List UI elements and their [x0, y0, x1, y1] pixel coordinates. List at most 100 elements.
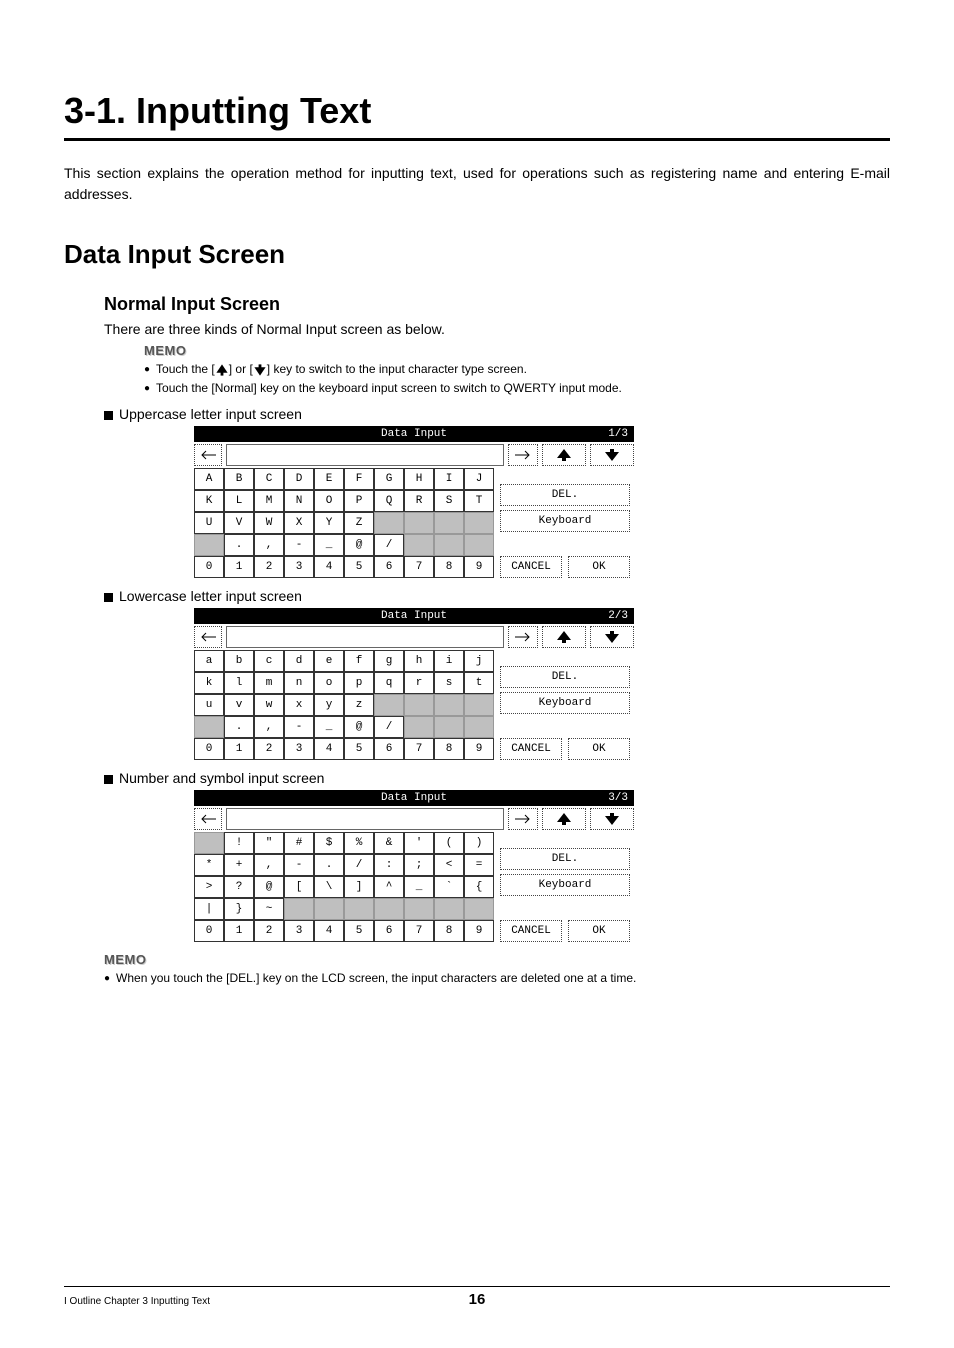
- key-.[interactable]: .: [224, 534, 254, 556]
- key-&[interactable]: &: [374, 832, 404, 854]
- key-A[interactable]: A: [194, 468, 224, 490]
- key-@[interactable]: @: [254, 876, 284, 898]
- key-6[interactable]: 6: [374, 920, 404, 942]
- key-4[interactable]: 4: [314, 738, 344, 760]
- key-@[interactable]: @: [344, 716, 374, 738]
- key-g[interactable]: g: [374, 650, 404, 672]
- key-v[interactable]: v: [224, 694, 254, 716]
- cursor-left-button[interactable]: [194, 444, 222, 466]
- key-<[interactable]: <: [434, 854, 464, 876]
- key-2[interactable]: 2: [254, 556, 284, 578]
- key-x[interactable]: x: [284, 694, 314, 716]
- key-i[interactable]: i: [434, 650, 464, 672]
- key-$[interactable]: $: [314, 832, 344, 854]
- key-n[interactable]: n: [284, 672, 314, 694]
- key-F[interactable]: F: [344, 468, 374, 490]
- cursor-left-button[interactable]: [194, 808, 222, 830]
- key-S[interactable]: S: [434, 490, 464, 512]
- key-6[interactable]: 6: [374, 556, 404, 578]
- key-L[interactable]: L: [224, 490, 254, 512]
- key-|[interactable]: |: [194, 898, 224, 920]
- key-r[interactable]: r: [404, 672, 434, 694]
- cursor-right-button[interactable]: [508, 808, 538, 830]
- key-0[interactable]: 0: [194, 738, 224, 760]
- ok-button[interactable]: OK: [568, 920, 630, 942]
- key-,[interactable]: ,: [254, 854, 284, 876]
- key-0[interactable]: 0: [194, 920, 224, 942]
- key-4[interactable]: 4: [314, 920, 344, 942]
- key-@[interactable]: @: [344, 534, 374, 556]
- cancel-button[interactable]: CANCEL: [500, 920, 562, 942]
- cancel-button[interactable]: CANCEL: [500, 738, 562, 760]
- key-5[interactable]: 5: [344, 920, 374, 942]
- key-%[interactable]: %: [344, 832, 374, 854]
- ok-button[interactable]: OK: [568, 556, 630, 578]
- key-8[interactable]: 8: [434, 556, 464, 578]
- key-/[interactable]: /: [344, 854, 374, 876]
- key-E[interactable]: E: [314, 468, 344, 490]
- keyboard-mode-button[interactable]: Keyboard: [500, 510, 630, 532]
- key-?[interactable]: ?: [224, 876, 254, 898]
- key-/[interactable]: /: [374, 716, 404, 738]
- key-m[interactable]: m: [254, 672, 284, 694]
- key-=[interactable]: =: [464, 854, 494, 876]
- keyboard-mode-button[interactable]: Keyboard: [500, 874, 630, 896]
- key-/[interactable]: /: [374, 534, 404, 556]
- text-input-field[interactable]: [226, 808, 504, 830]
- key-.[interactable]: .: [314, 854, 344, 876]
- key-c[interactable]: c: [254, 650, 284, 672]
- key-^[interactable]: ^: [374, 876, 404, 898]
- key-t[interactable]: t: [464, 672, 494, 694]
- key-~[interactable]: ~: [254, 898, 284, 920]
- key-T[interactable]: T: [464, 490, 494, 512]
- key-Q[interactable]: Q: [374, 490, 404, 512]
- key-j[interactable]: j: [464, 650, 494, 672]
- key-Y[interactable]: Y: [314, 512, 344, 534]
- key-d[interactable]: d: [284, 650, 314, 672]
- key-w[interactable]: w: [254, 694, 284, 716]
- key-9[interactable]: 9: [464, 556, 494, 578]
- delete-button[interactable]: DEL.: [500, 666, 630, 688]
- key-8[interactable]: 8: [434, 738, 464, 760]
- key-D[interactable]: D: [284, 468, 314, 490]
- key-Z[interactable]: Z: [344, 512, 374, 534]
- cancel-button[interactable]: CANCEL: [500, 556, 562, 578]
- key-)[interactable]: ): [464, 832, 494, 854]
- page-down-button[interactable]: [590, 626, 634, 648]
- key-a[interactable]: a: [194, 650, 224, 672]
- key-{[interactable]: {: [464, 876, 494, 898]
- key->[interactable]: >: [194, 876, 224, 898]
- key-*[interactable]: *: [194, 854, 224, 876]
- key-P[interactable]: P: [344, 490, 374, 512]
- cursor-right-button[interactable]: [508, 626, 538, 648]
- key-2[interactable]: 2: [254, 738, 284, 760]
- key-u[interactable]: u: [194, 694, 224, 716]
- page-up-button[interactable]: [542, 808, 586, 830]
- key-G[interactable]: G: [374, 468, 404, 490]
- key-7[interactable]: 7: [404, 920, 434, 942]
- key-3[interactable]: 3: [284, 738, 314, 760]
- key-`[interactable]: `: [434, 876, 464, 898]
- key--[interactable]: -: [284, 534, 314, 556]
- page-down-button[interactable]: [590, 444, 634, 466]
- key-I[interactable]: I: [434, 468, 464, 490]
- key-e[interactable]: e: [314, 650, 344, 672]
- delete-button[interactable]: DEL.: [500, 484, 630, 506]
- key-B[interactable]: B: [224, 468, 254, 490]
- key-7[interactable]: 7: [404, 556, 434, 578]
- key-f[interactable]: f: [344, 650, 374, 672]
- key-\[interactable]: \: [314, 876, 344, 898]
- key-1[interactable]: 1: [224, 556, 254, 578]
- key-_[interactable]: _: [314, 534, 344, 556]
- key-X[interactable]: X: [284, 512, 314, 534]
- key-'[interactable]: ': [404, 832, 434, 854]
- key-5[interactable]: 5: [344, 738, 374, 760]
- key-K[interactable]: K: [194, 490, 224, 512]
- cursor-right-button[interactable]: [508, 444, 538, 466]
- key-2[interactable]: 2: [254, 920, 284, 942]
- key-3[interactable]: 3: [284, 920, 314, 942]
- key-3[interactable]: 3: [284, 556, 314, 578]
- key-_[interactable]: _: [404, 876, 434, 898]
- ok-button[interactable]: OK: [568, 738, 630, 760]
- text-input-field[interactable]: [226, 626, 504, 648]
